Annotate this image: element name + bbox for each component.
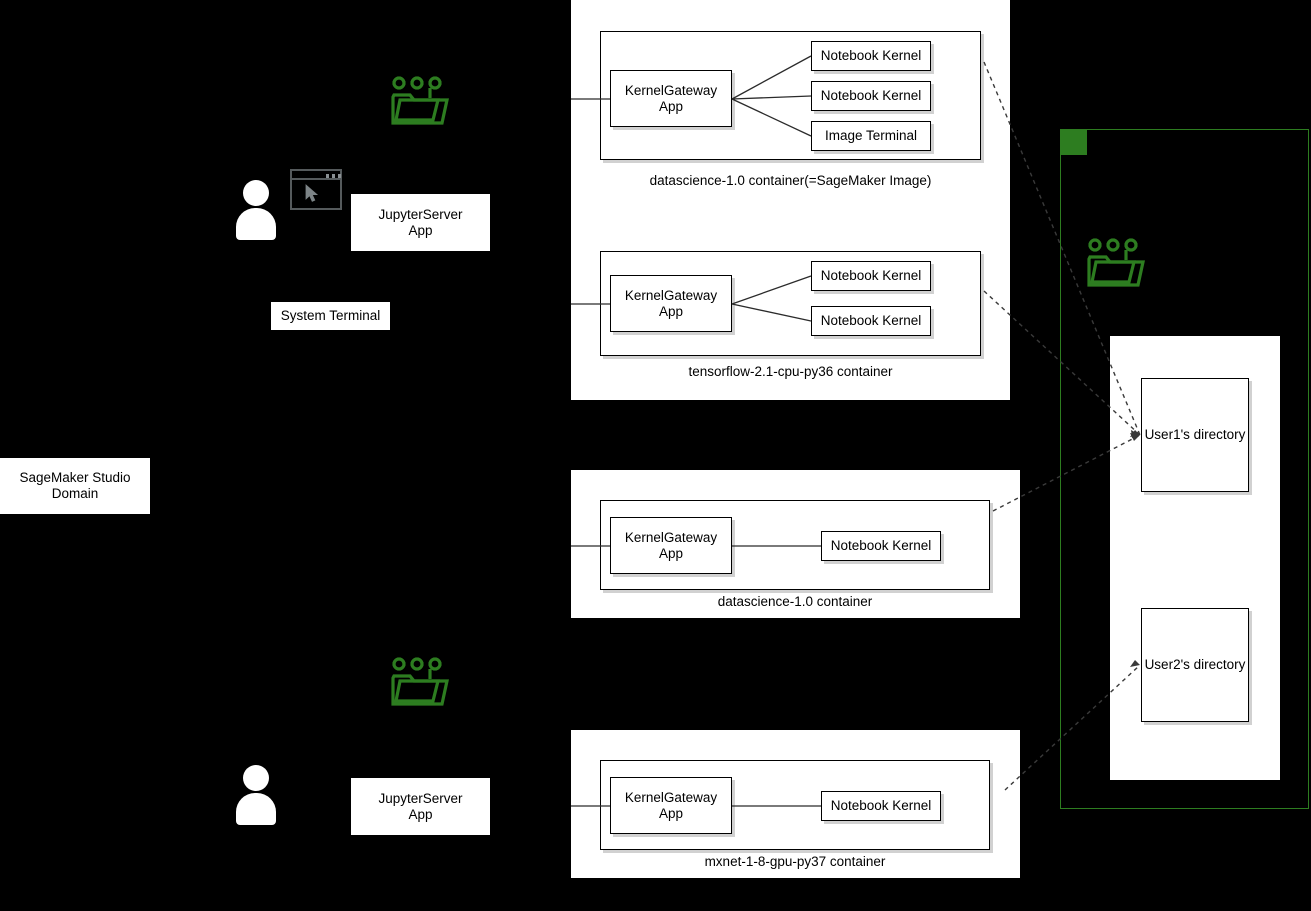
browser-dot <box>338 173 341 178</box>
notebook-kernel-label: Notebook Kernel <box>820 313 922 329</box>
notebook-kernel-label: Notebook Kernel <box>820 268 922 284</box>
efs-studio-icon <box>1086 236 1146 292</box>
kernelgateway-app-box-datascience-mid[interactable]: KernelGateway App <box>610 517 732 574</box>
container-caption-tensorflow: tensorflow-2.1-cpu-py36 container <box>688 364 893 379</box>
diagram-canvas: User1's directory User2's directory Sage… <box>0 0 1311 911</box>
user1-directory-box[interactable]: User1's directory <box>1141 378 1249 492</box>
user1-jupyterserver-app-box[interactable]: JupyterServer App <box>351 194 490 251</box>
kernelgateway-app-box-tensorflow[interactable]: KernelGateway App <box>610 275 732 332</box>
kernelgateway-app-box-mxnet[interactable]: KernelGateway App <box>610 777 732 834</box>
notebook-kernel-box[interactable]: Notebook Kernel <box>811 41 931 71</box>
kernelgateway-app-label: KernelGateway App <box>624 82 718 114</box>
user1-jupyterserver-app-label: JupyterServer App <box>378 206 463 238</box>
kernelgateway-app-label: KernelGateway App <box>624 529 718 561</box>
container-caption-mxnet: mxnet-1-8-gpu-py37 container <box>704 854 886 869</box>
person-head <box>243 180 269 206</box>
cursor-arrow-icon <box>305 184 319 202</box>
browser-dot <box>326 173 329 178</box>
sagemaker-studio-domain-label: SageMaker Studio Domain <box>19 470 131 501</box>
user2-jupyterserver-app-box[interactable]: JupyterServer App <box>351 778 490 835</box>
user2-jupyterserver-app-label: JupyterServer App <box>378 790 463 822</box>
person-head <box>243 765 269 791</box>
person-body <box>236 793 276 825</box>
notebook-kernel-label: Notebook Kernel <box>820 48 922 64</box>
user1-directory-label: User1's directory <box>1144 427 1246 443</box>
browser-window-cursor-icon <box>290 169 342 210</box>
system-terminal-label: System Terminal <box>280 308 381 324</box>
kernelgateway-app-box-datascience-top[interactable]: KernelGateway App <box>610 70 732 127</box>
user2-directory-box[interactable]: User2's directory <box>1141 608 1249 722</box>
efs-frame-tab <box>1061 130 1087 155</box>
user2-directory-label: User2's directory <box>1144 657 1246 673</box>
user1-studio-icon <box>390 74 450 130</box>
notebook-kernel-label: Notebook Kernel <box>830 538 932 554</box>
notebook-kernel-box[interactable]: Notebook Kernel <box>811 81 931 111</box>
container-caption-datascience-top: datascience-1.0 container(=SageMaker Ima… <box>649 173 932 188</box>
user1-person-icon <box>236 180 276 240</box>
notebook-kernel-box[interactable]: Notebook Kernel <box>811 306 931 336</box>
user2-person-icon <box>236 765 276 825</box>
notebook-kernel-label: Notebook Kernel <box>820 88 922 104</box>
notebook-kernel-box[interactable]: Notebook Kernel <box>811 261 931 291</box>
system-terminal-box[interactable]: System Terminal <box>271 302 390 330</box>
image-terminal-box[interactable]: Image Terminal <box>811 121 931 151</box>
notebook-kernel-box[interactable]: Notebook Kernel <box>821 531 941 561</box>
kernelgateway-app-label: KernelGateway App <box>624 287 718 319</box>
notebook-kernel-box[interactable]: Notebook Kernel <box>821 791 941 821</box>
notebook-kernel-label: Notebook Kernel <box>830 798 932 814</box>
person-body <box>236 208 276 240</box>
container-caption-datascience-mid: datascience-1.0 container <box>717 594 873 609</box>
kernelgateway-app-label: KernelGateway App <box>624 789 718 821</box>
user2-studio-icon <box>390 655 450 711</box>
browser-dot <box>332 173 335 178</box>
image-terminal-label: Image Terminal <box>824 128 918 144</box>
sagemaker-studio-domain-box[interactable]: SageMaker Studio Domain <box>0 458 150 514</box>
